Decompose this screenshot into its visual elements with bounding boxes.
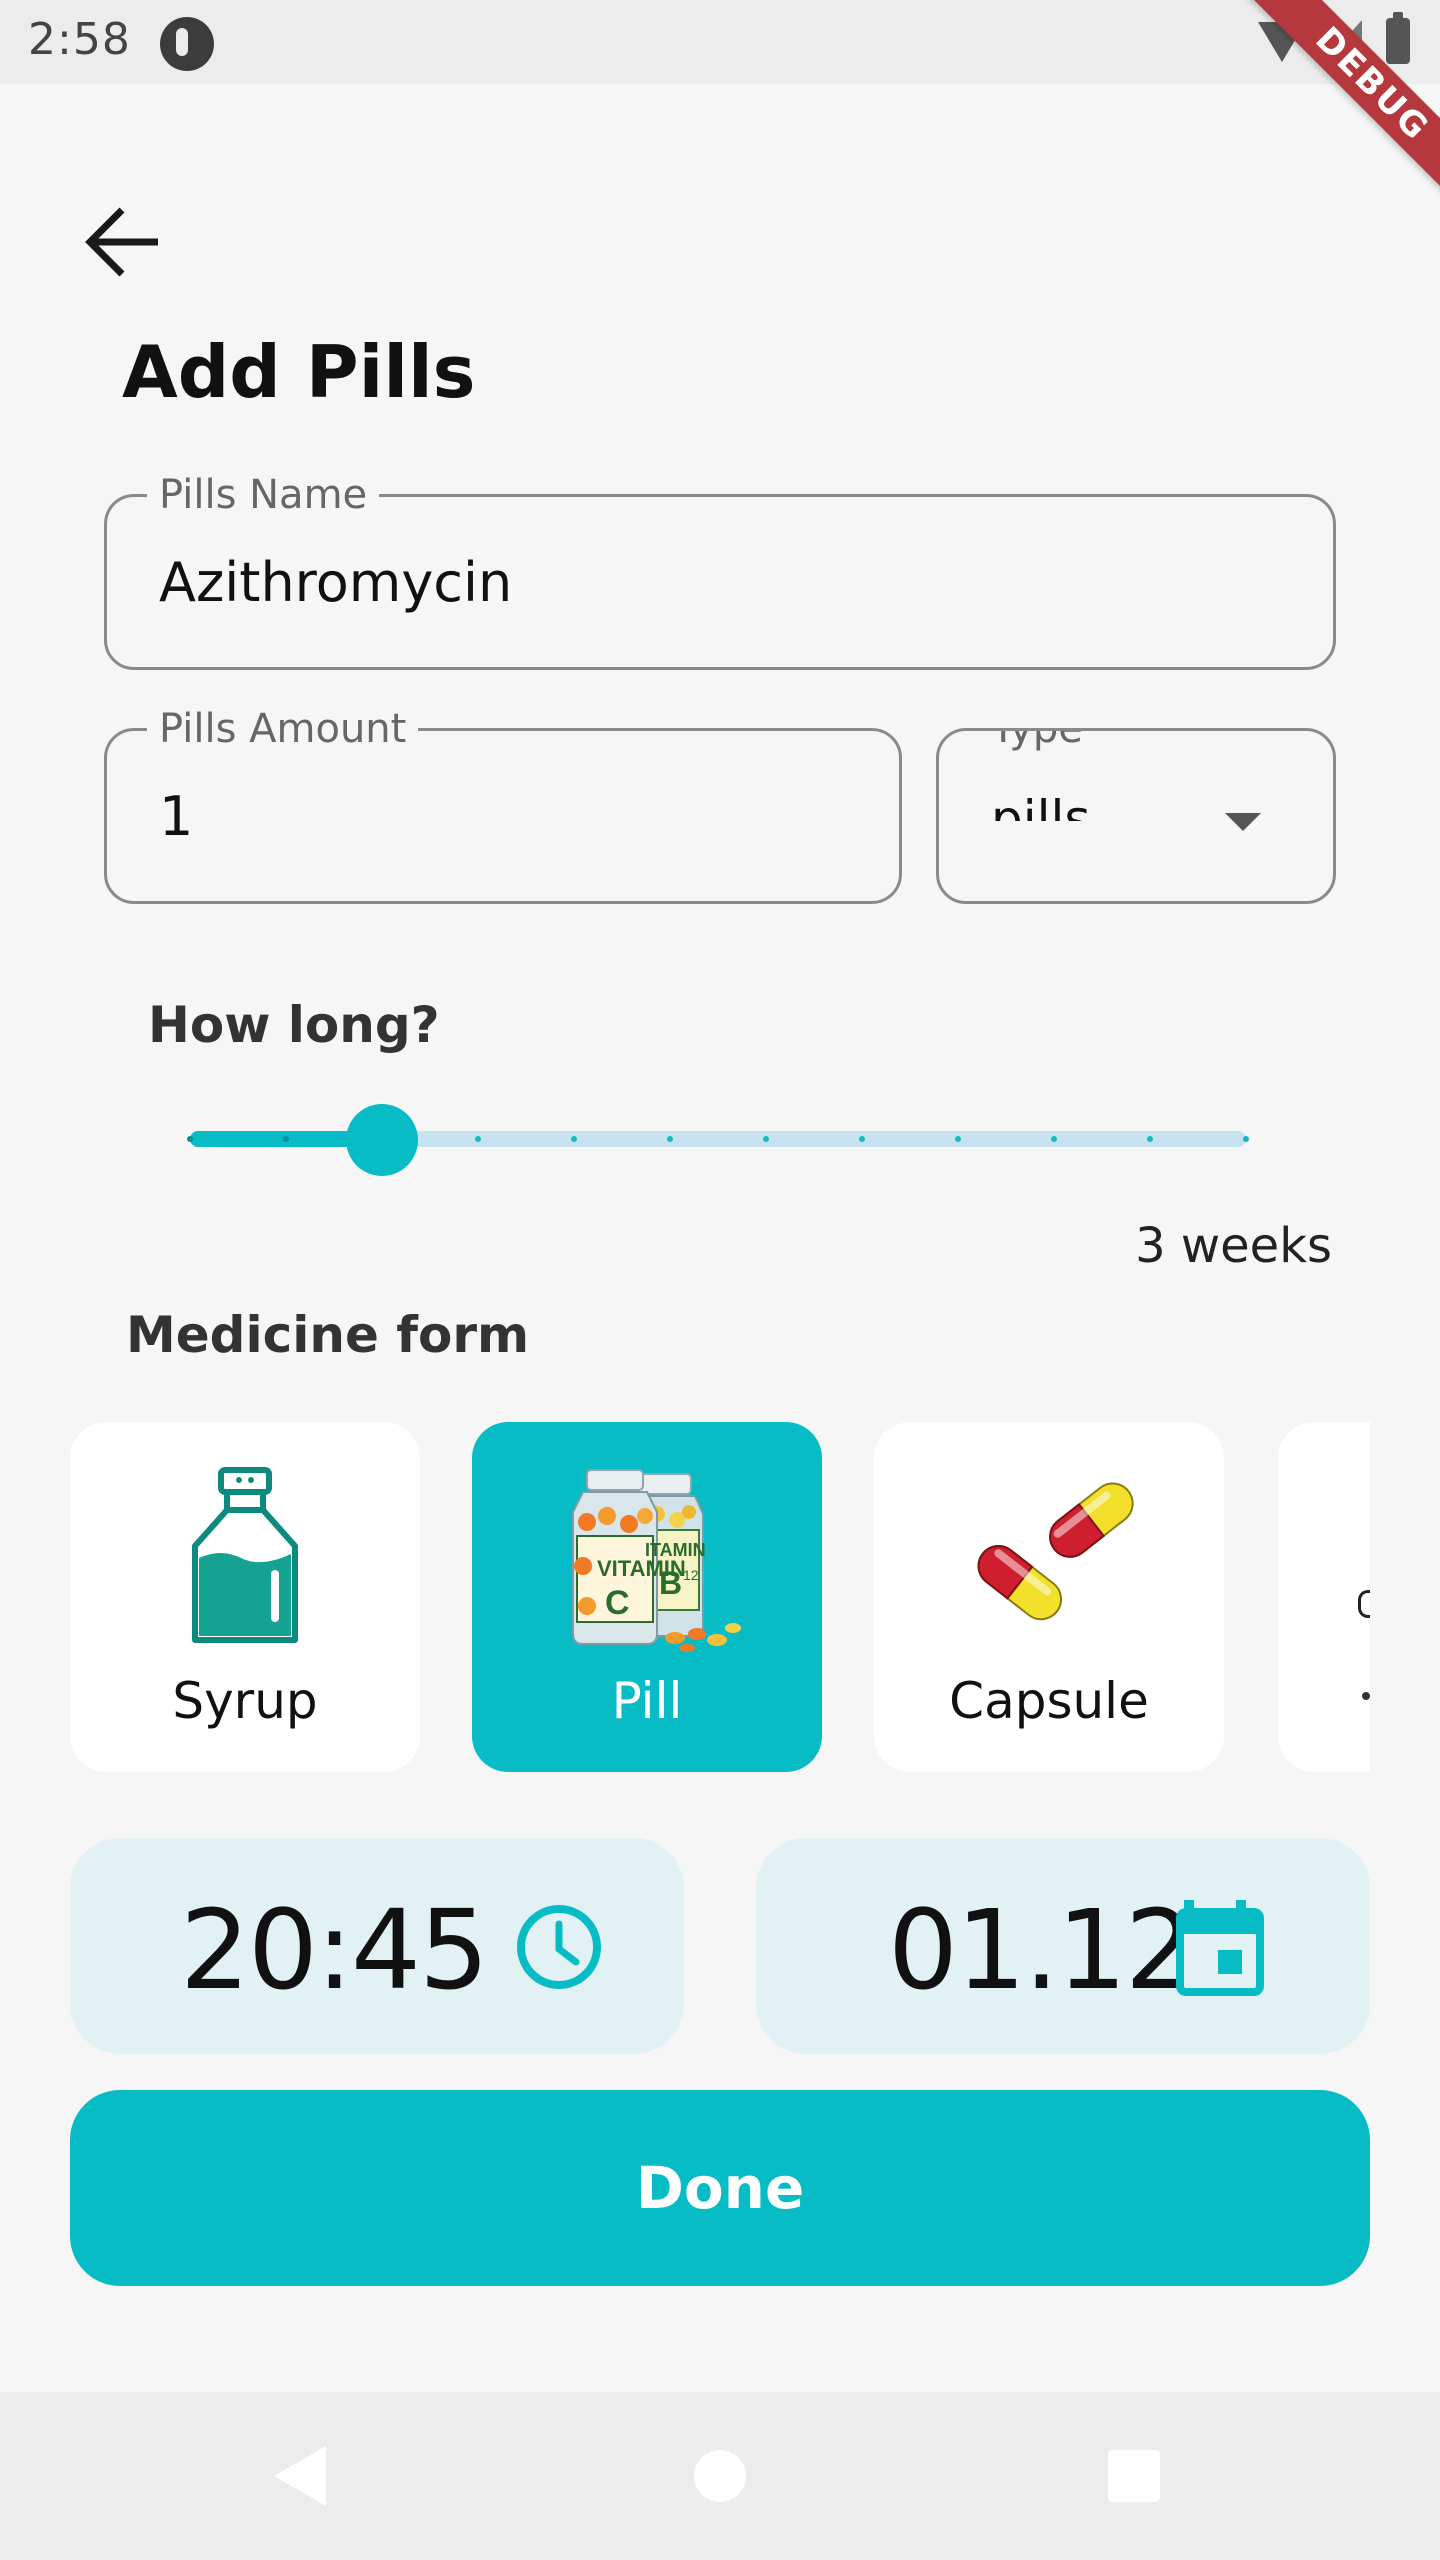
slider-tick xyxy=(571,1136,577,1142)
pills-amount-field[interactable]: Pills Amount 1 xyxy=(104,705,902,904)
pills-name-label: Pills Name xyxy=(147,471,380,519)
partial-icon xyxy=(1358,1590,1370,1618)
slider-tick xyxy=(763,1136,769,1142)
slider-tick xyxy=(1147,1136,1153,1142)
medicine-form-option-pill[interactable]: VITAMIN C ITAMIN B 12 Pill xyxy=(472,1422,822,1772)
vitamin-pill-bottles-icon: VITAMIN C ITAMIN B 12 xyxy=(572,1469,741,1652)
svg-text:C: C xyxy=(605,1584,630,1622)
syrup-bottle-icon xyxy=(192,1467,298,1643)
nav-home-icon[interactable] xyxy=(694,2450,746,2502)
slider-tick xyxy=(1051,1136,1057,1142)
status-time: 2:58 xyxy=(28,14,131,65)
capsule-icon xyxy=(977,1482,1134,1621)
dropdown-arrow-icon xyxy=(1225,813,1261,831)
option-label: Pill xyxy=(611,1672,683,1730)
slider-tick xyxy=(475,1136,481,1142)
pills-name-field[interactable]: Pills Name Azithromycin xyxy=(104,471,1336,670)
type-label: Type xyxy=(979,731,1095,753)
option-card-partial xyxy=(1278,1422,1370,1772)
slider-tick xyxy=(859,1136,865,1142)
slider-tick xyxy=(955,1136,961,1142)
app-notification-icon xyxy=(160,17,214,71)
svg-text:12: 12 xyxy=(683,1567,699,1583)
option-label: Capsule xyxy=(949,1672,1149,1730)
slider-tick xyxy=(283,1136,289,1142)
pills-name-value[interactable]: Azithromycin xyxy=(159,551,512,614)
time-value: 20:45 xyxy=(180,1886,489,2014)
type-dropdown[interactable]: Type pills xyxy=(936,728,1336,904)
medicine-form-option-syrup[interactable]: Syrup xyxy=(70,1422,420,1772)
page-title: Add Pills xyxy=(122,330,476,414)
back-button[interactable] xyxy=(76,196,176,296)
svg-text:ITAMIN: ITAMIN xyxy=(645,1540,706,1560)
type-value-clip: pills xyxy=(991,789,1191,821)
nav-back-icon[interactable] xyxy=(274,2446,326,2506)
partial-label xyxy=(1362,1692,1370,1700)
medicine-form-option-capsule[interactable]: Capsule xyxy=(874,1422,1224,1772)
pills-amount-label: Pills Amount xyxy=(147,705,419,753)
type-value: pills xyxy=(991,790,1091,821)
pills-amount-value[interactable]: 1 xyxy=(159,785,193,848)
slider-tick xyxy=(667,1136,673,1142)
calendar-icon xyxy=(1176,1900,1264,1996)
clock-icon xyxy=(517,1905,601,1989)
date-picker[interactable]: 01.12 xyxy=(756,1838,1370,2054)
slider-thumb[interactable] xyxy=(346,1104,418,1176)
status-bar xyxy=(0,0,1440,84)
duration-value: 3 weeks xyxy=(1135,1218,1332,1274)
arrow-left-icon xyxy=(85,207,158,277)
option-label: Syrup xyxy=(172,1672,318,1730)
medicine-form-option-next[interactable] xyxy=(1278,1422,1370,1772)
slider-tick xyxy=(187,1136,193,1142)
svg-text:B: B xyxy=(659,1565,682,1601)
slider-tick xyxy=(1243,1136,1249,1142)
medicine-form-heading: Medicine form xyxy=(126,1306,530,1364)
battery-icon xyxy=(1386,12,1410,64)
how-long-heading: How long? xyxy=(148,996,440,1054)
nav-recents-icon[interactable] xyxy=(1108,2450,1160,2502)
time-picker[interactable]: 20:45 xyxy=(70,1838,684,2054)
done-button[interactable]: Done xyxy=(70,2090,1370,2286)
date-value: 01.12 xyxy=(888,1886,1195,2014)
